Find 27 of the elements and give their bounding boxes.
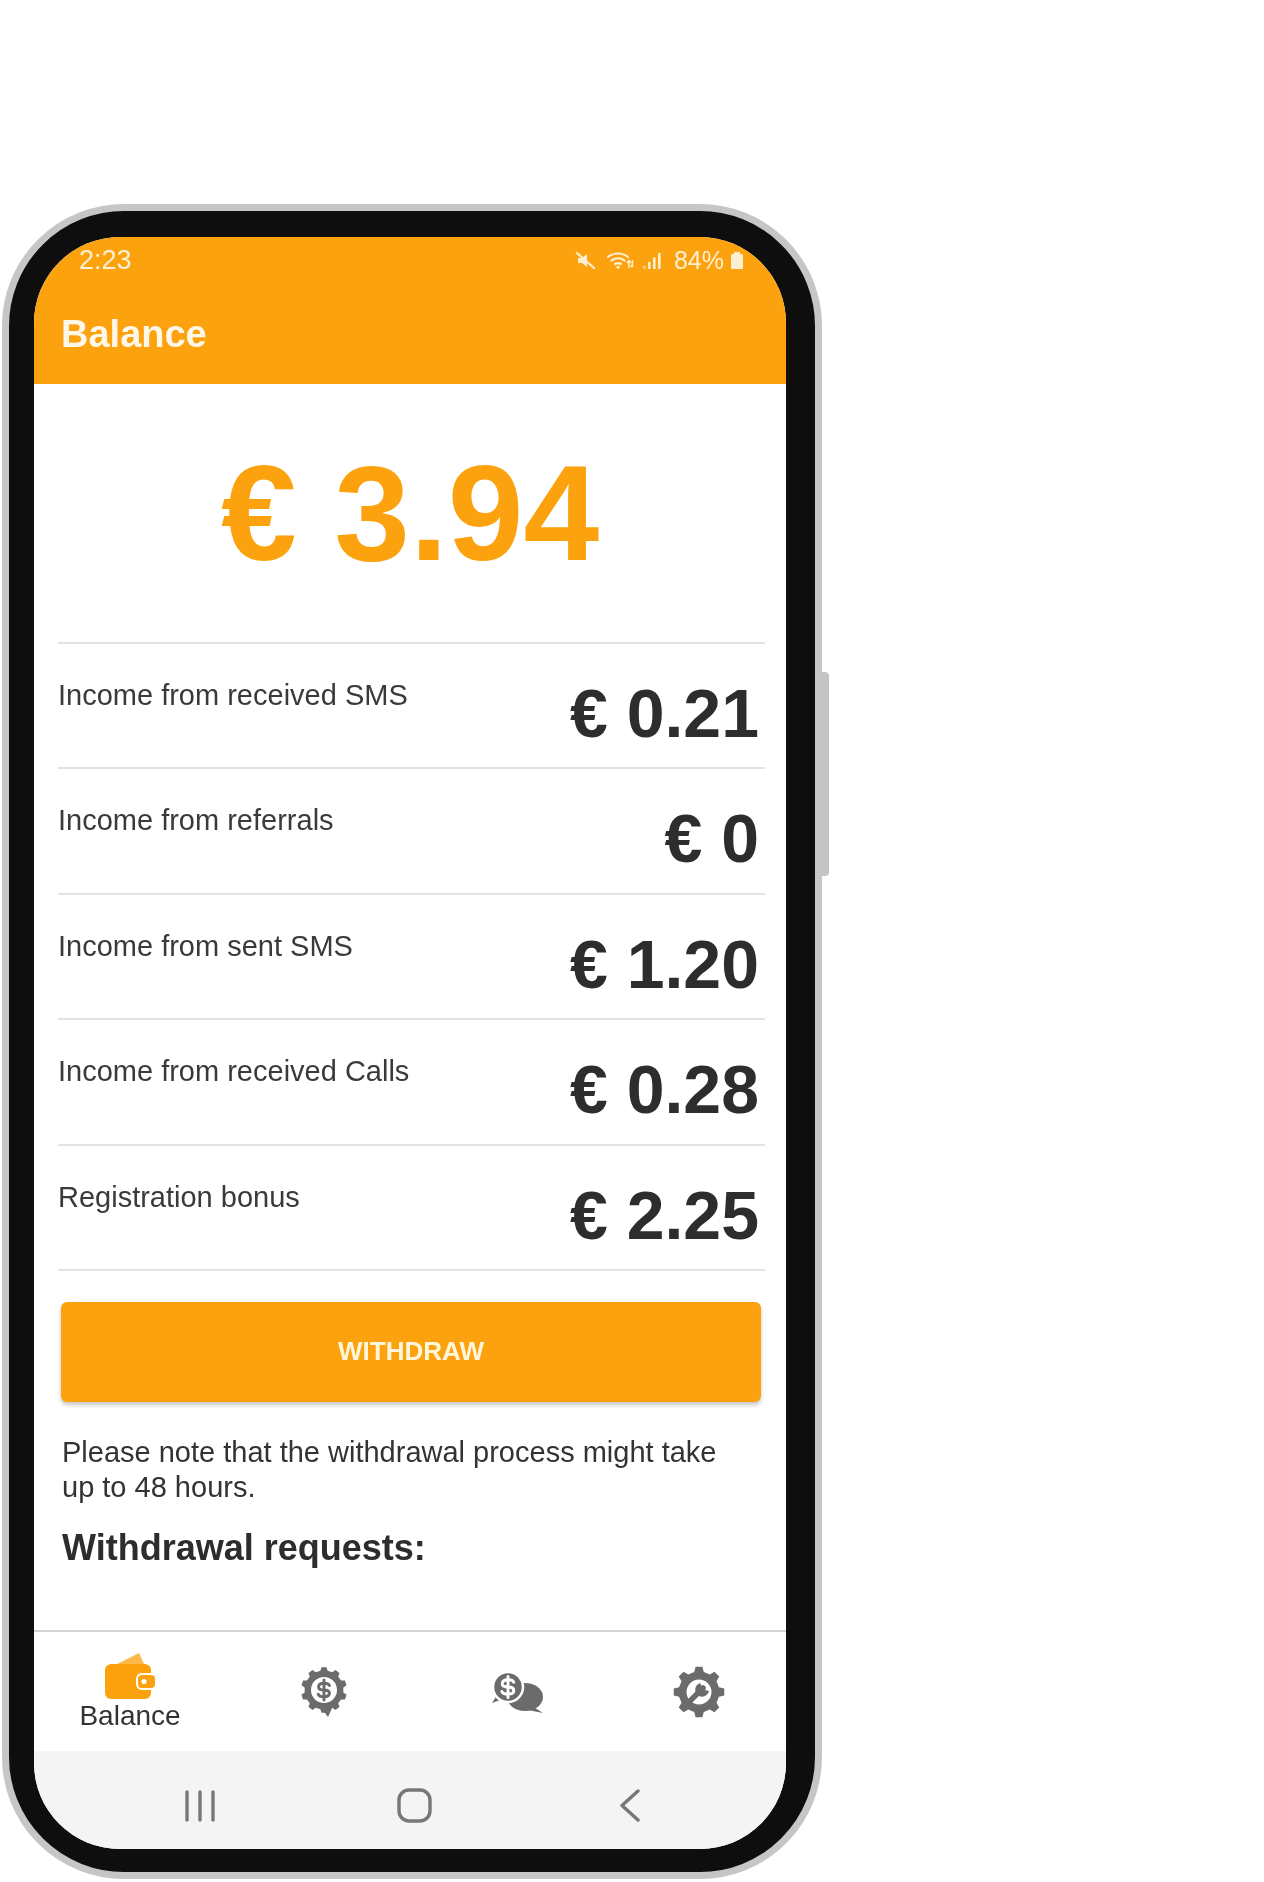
mute-icon [574,251,596,269]
app-bar-title: Balance [61,311,207,357]
income-label: Income from received SMS [58,678,408,712]
battery-percent: 84% [673,245,724,275]
income-value: € 0.21 [569,674,759,753]
nav-tab[interactable] [673,1665,725,1718]
income-value: € 2.25 [569,1175,759,1255]
nav-tab[interactable]: Balance [79,1651,181,1732]
status-time: 2:23 [79,245,132,275]
income-value: € 1.20 [569,924,759,1004]
income-label: Income from received Calls [58,1054,410,1089]
home-icon[interactable] [397,1788,432,1823]
gear-wrench-icon [673,1665,725,1718]
withdrawal-requests-heading: Withdrawal requests: [62,1525,426,1570]
signal-icon [641,251,663,269]
withdrawal-note: Please note that the withdrawal process might take up to 48 hours. [62,1434,718,1505]
battery-icon [730,251,744,269]
income-value: € 0.28 [569,1050,759,1130]
recents-icon[interactable] [184,1790,216,1822]
income-label: Income from referrals [58,803,334,838]
income-label: Income from sent SMS [58,928,353,963]
back-icon[interactable] [619,1789,641,1822]
wallet-icon [103,1651,157,1700]
income-value: € 0 [664,799,759,879]
balance-amount: € 3.94 [220,445,600,581]
income-label: Registration bonus [58,1179,300,1214]
wifi-icon [606,251,634,269]
